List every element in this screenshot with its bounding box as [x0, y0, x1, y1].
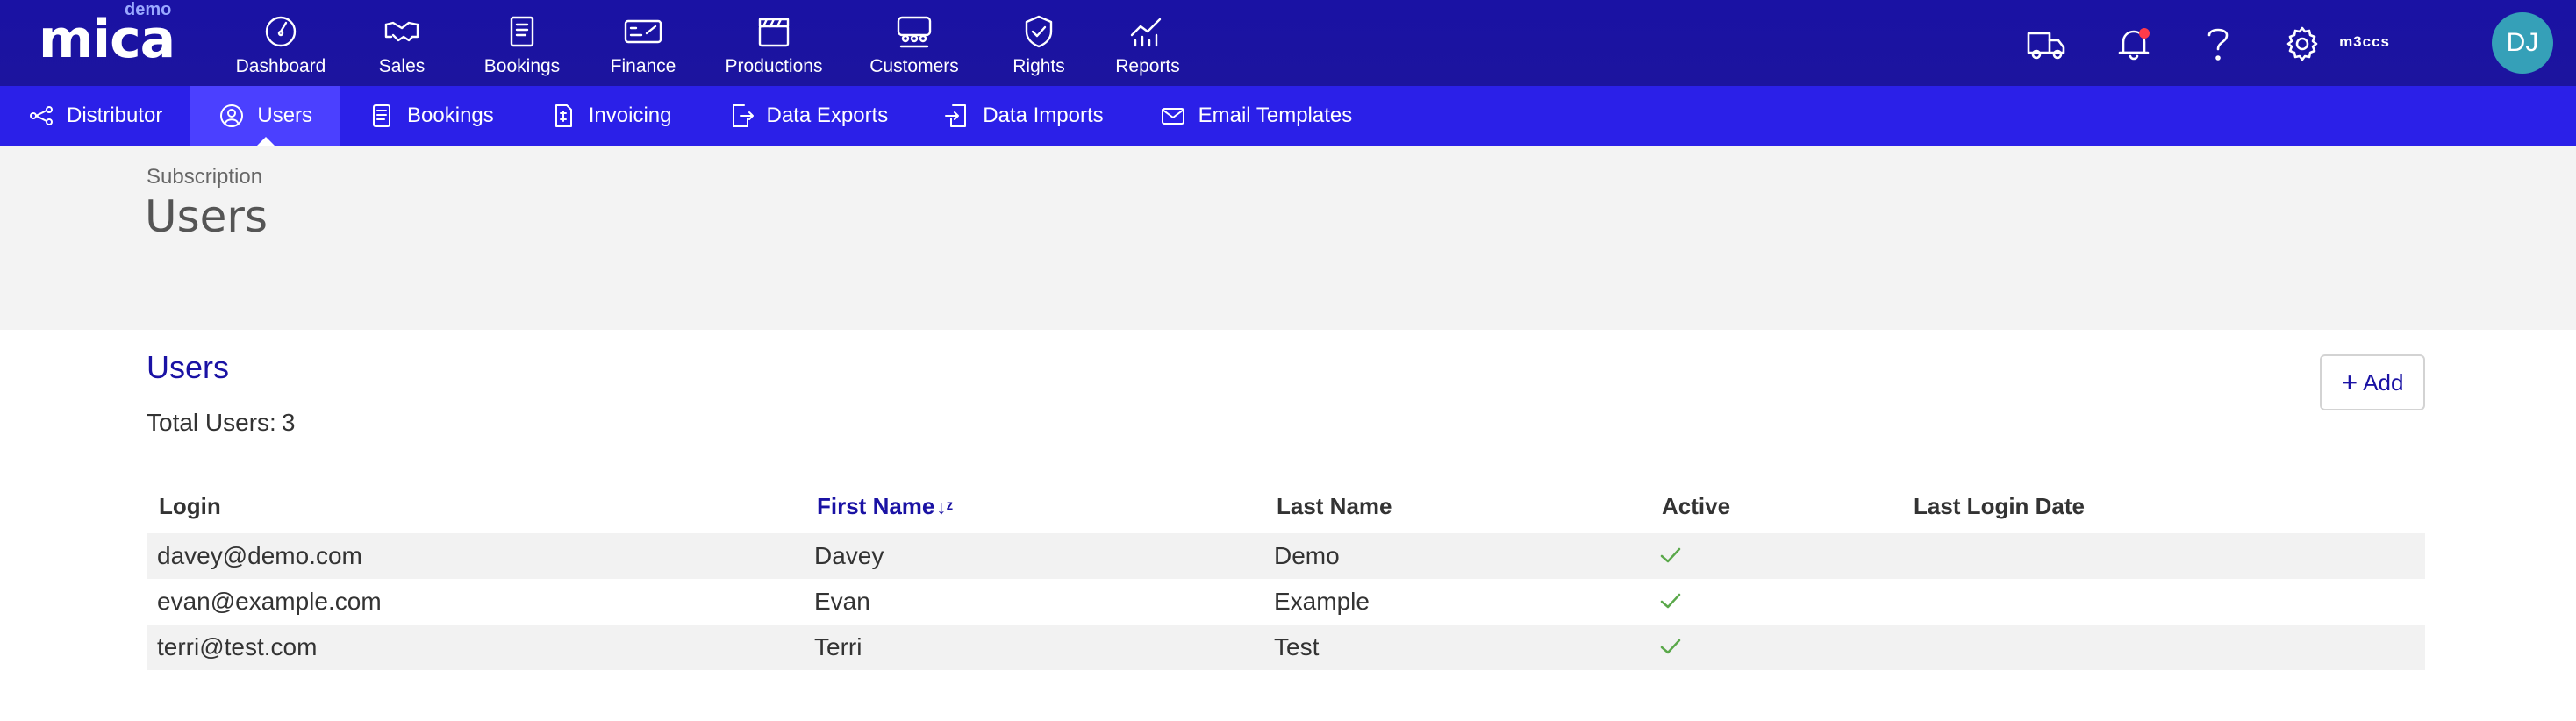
- subnav-users[interactable]: Users: [190, 86, 341, 146]
- column-label: Active: [1662, 493, 1731, 519]
- gear-icon: [2286, 26, 2318, 61]
- plus-icon: +: [2341, 367, 2358, 398]
- column-header-first-name[interactable]: First Name↓ᶻ: [817, 493, 953, 520]
- breadcrumb[interactable]: Subscription: [147, 165, 262, 189]
- nav-sales[interactable]: Sales: [342, 0, 462, 86]
- notifications-button[interactable]: [2113, 23, 2155, 65]
- book-icon: [510, 16, 534, 47]
- nav-bookings[interactable]: Bookings: [462, 0, 583, 86]
- notification-dot: [2139, 28, 2150, 39]
- total-users-label: Total Users:: [147, 409, 276, 436]
- nav-label: Rights: [1013, 56, 1065, 76]
- subnav-invoicing[interactable]: Invoicing: [522, 86, 700, 146]
- cheque-icon: [624, 19, 662, 44]
- settings-button[interactable]: [2281, 23, 2323, 65]
- column-label: First Name: [817, 493, 935, 519]
- subnav-label: Bookings: [407, 104, 494, 127]
- check-icon: [1659, 544, 1682, 573]
- top-bar: mica demo Dashboard Sales Bookings Finan…: [0, 0, 2576, 86]
- cell-last-name: Demo: [1274, 542, 1340, 569]
- sort-alpha-icon: ↓ᶻ: [936, 496, 954, 518]
- column-label: Login: [159, 493, 221, 519]
- nav-reports[interactable]: Reports: [1093, 0, 1202, 86]
- subnav-label: Data Exports: [766, 104, 889, 127]
- bell-icon: [2118, 30, 2150, 61]
- user-circle-icon: [220, 104, 244, 127]
- cell-login: davey@demo.com: [157, 542, 362, 569]
- subnav-label: Invoicing: [588, 104, 672, 127]
- subnav-label: Users: [257, 104, 313, 127]
- column-header-active[interactable]: Active: [1662, 493, 1730, 520]
- main-nav: Dashboard Sales Bookings Finance Product…: [219, 0, 1202, 86]
- env-badge: demo: [125, 0, 172, 19]
- total-users: Total Users: 3: [147, 409, 295, 437]
- nav-label: Productions: [725, 56, 823, 76]
- page-title: Users: [145, 191, 268, 242]
- cell-login: evan@example.com: [157, 588, 382, 615]
- nav-rights[interactable]: Rights: [984, 0, 1093, 86]
- subnav-label: Distributor: [67, 104, 163, 127]
- cell-first-name: Terri: [814, 633, 862, 660]
- table-row[interactable]: evan@example.com Evan Example: [147, 579, 2425, 625]
- shipping-button[interactable]: [2025, 23, 2067, 65]
- column-header-last-login-date[interactable]: Last Login Date: [1914, 493, 2085, 520]
- table-row[interactable]: davey@demo.com Davey Demo: [147, 533, 2425, 579]
- add-label: Add: [2363, 368, 2404, 396]
- nav-dashboard[interactable]: Dashboard: [219, 0, 342, 86]
- page-header: Subscription Users: [0, 146, 2576, 330]
- nav-label: Reports: [1115, 56, 1180, 76]
- nav-label: Bookings: [483, 56, 561, 76]
- subnav-distributor[interactable]: Distributor: [0, 86, 190, 146]
- subnav-label: Data Imports: [983, 104, 1104, 127]
- nav-label: Dashboard: [235, 56, 326, 76]
- people-icon: [897, 16, 932, 48]
- clapperboard-icon: [758, 18, 790, 47]
- subnav-bookings[interactable]: Bookings: [340, 86, 522, 146]
- column-label: Last Name: [1277, 493, 1392, 519]
- users-table: Login First Name↓ᶻ Last Name Active Last…: [147, 484, 2425, 670]
- invoice-icon: [555, 104, 572, 127]
- column-label: Last Login Date: [1914, 493, 2086, 519]
- nav-finance[interactable]: Finance: [583, 0, 704, 86]
- column-header-last-name[interactable]: Last Name: [1277, 493, 1392, 520]
- nav-customers[interactable]: Customers: [844, 0, 984, 86]
- cell-first-name: Davey: [814, 542, 884, 569]
- column-header-login[interactable]: Login: [159, 493, 221, 520]
- network-icon: [30, 106, 53, 125]
- nav-label: Sales: [378, 56, 426, 76]
- nav-productions[interactable]: Productions: [704, 0, 844, 86]
- truck-icon: [2027, 32, 2065, 60]
- shield-check-icon: [1025, 15, 1053, 48]
- nav-label: Finance: [610, 56, 676, 76]
- check-icon: [1659, 635, 1682, 664]
- nav-label: Customers: [869, 56, 959, 76]
- total-users-value: 3: [281, 409, 296, 436]
- avatar[interactable]: DJ: [2492, 12, 2553, 74]
- cell-last-name: Test: [1274, 633, 1320, 660]
- help-button[interactable]: [2197, 23, 2239, 65]
- check-icon: [1659, 589, 1682, 618]
- chart-icon: [1130, 18, 1162, 47]
- subnav-label: Email Templates: [1198, 104, 1353, 127]
- subnav-data-exports[interactable]: Data Exports: [700, 86, 917, 146]
- tenant-name[interactable]: m3ccs: [2339, 33, 2390, 51]
- export-icon: [732, 104, 754, 127]
- table-row[interactable]: terri@test.com Terri Test: [147, 625, 2425, 670]
- envelope-icon: [1161, 108, 1184, 125]
- handshake-icon: [384, 21, 419, 42]
- table-header: Login First Name↓ᶻ Last Name Active Last…: [147, 484, 2425, 533]
- help-icon: [2207, 28, 2229, 61]
- add-user-button[interactable]: + Add: [2320, 354, 2425, 410]
- cell-first-name: Evan: [814, 588, 870, 615]
- import-icon: [945, 104, 967, 127]
- subnav-data-imports[interactable]: Data Imports: [916, 86, 1131, 146]
- book-icon: [373, 104, 391, 127]
- section-title: Users: [147, 349, 230, 385]
- subnav-email-templates[interactable]: Email Templates: [1132, 86, 1381, 146]
- cell-last-name: Example: [1274, 588, 1370, 615]
- dashboard-gauge-icon: [265, 16, 297, 47]
- sub-nav: Distributor Users Bookings Invoicing Dat…: [0, 86, 2576, 146]
- cell-login: terri@test.com: [157, 633, 318, 660]
